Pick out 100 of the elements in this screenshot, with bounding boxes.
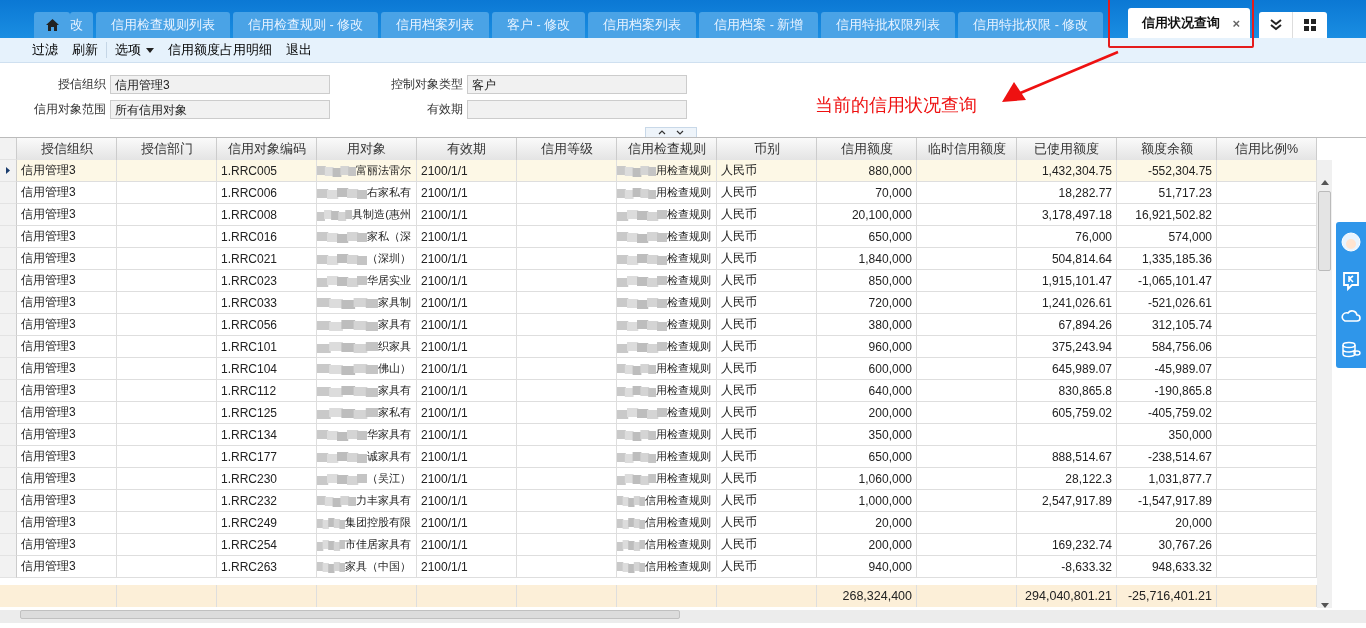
table-cell: 2100/1/1 [421,163,468,178]
input-field[interactable]: 信用管理3 [110,75,330,94]
table-row[interactable]: 信用管理3 1.RRC016 家私（深 2100/1/1 检查规则 人民币 650,000 76,000 574,000 [0,226,1317,248]
table-cell: 人民币 [721,514,757,531]
horizontal-scrollbar[interactable] [0,610,1366,623]
table-cell: -238,514.67 [1147,449,1212,464]
table-cell: 检查规则 [667,207,712,222]
table-row[interactable]: 信用管理3 1.RRC056 家具有 2100/1/1 检查规则 人民币 380,000 67,894.26 312,105.74 [0,314,1317,336]
table-cell: 人民币 [721,338,757,355]
table-cell: 信用管理3 [21,426,76,443]
table-cell: 380,000 [868,317,912,332]
input-field[interactable]: 客户 [467,75,687,94]
table-cell: 888,514.67 [1051,449,1112,464]
table-cell: 2100/1/1 [421,537,468,552]
toolbar-button[interactable]: 退出 [280,39,318,61]
table-cell: 20,100,000 [851,207,912,222]
table-cell: 67,894.26 [1058,317,1112,332]
scroll-down-icon [1320,603,1329,608]
row-header [0,182,17,204]
table-cell: 华居实业 [367,273,412,288]
cloud-icon[interactable] [1341,309,1361,323]
table-cell: 1.RRC263 [221,559,278,574]
table-row[interactable]: 信用管理3 1.RRC033 家具制 2100/1/1 检查规则 人民币 720,000 1,241,026.61 -521,026.61 [0,292,1317,314]
collapse-toggle[interactable] [644,127,697,137]
table-row[interactable]: 信用管理3 1.RRC125 家私有 2100/1/1 检查规则 人民币 200,000 605,759.02 -405,759.02 [0,402,1317,424]
table-cell: 人民币 [721,492,757,509]
table-cell: 右家私有 [367,185,412,200]
table-cell: -45,989.07 [1154,361,1212,376]
table-cell: 2100/1/1 [421,559,468,574]
toolbar-button[interactable]: 过滤 [26,39,64,61]
toolbar-button[interactable]: 选项 [109,39,160,61]
table-row[interactable]: 信用管理3 1.RRC006 右家私有 2100/1/1 用检查规则 人民币 70,000 18,282.77 51,717.23 [0,182,1317,204]
table-cell: 18,282.77 [1058,185,1112,200]
table-cell: 76,000 [1075,229,1112,244]
table-cell: 169,232.74 [1051,537,1112,552]
home-tab[interactable] [34,12,70,38]
input-field[interactable] [467,100,687,119]
table-row[interactable]: 信用管理3 1.RRC008 具制造(惠州 2100/1/1 检查规则 人民币 20,100,000 3,178,497.18 16,921,502.82 [0,204,1317,226]
table-cell: 2100/1/1 [421,471,468,486]
table-cell: 人民币 [721,404,757,421]
table-cell: -1,547,917.89 [1137,493,1212,508]
close-icon[interactable]: × [1232,15,1241,31]
current-row-icon [6,167,10,174]
table-row[interactable]: 信用管理3 1.RRC101 织家具 2100/1/1 检查规则 人民币 960,000 375,243.94 584,756.06 [0,336,1317,358]
annotation-text: 当前的信用状况查询 [815,94,977,117]
table-row[interactable]: 信用管理3 1.RRC104 佛山） 2100/1/1 用检查规则 人民币 600,000 645,989.07 -45,989.07 [0,358,1317,380]
table-cell: -521,026.61 [1147,295,1212,310]
table-cell: 用检查规则 [656,449,712,464]
table-cell: 富丽法雷尔 [356,163,412,178]
table-cell: 1.RRC033 [221,295,278,310]
table-cell: 1.RRC125 [221,405,278,420]
total-cell: 268,324,400 [842,589,912,603]
table-row[interactable]: 信用管理3 1.RRC112 家具有 2100/1/1 用检查规则 人民币 640,000 830,865.8 -190,865.8 [0,380,1317,402]
scroll-thumb[interactable] [20,610,680,619]
input-field[interactable]: 所有信用对象 [110,100,330,119]
table-cell: 市佳居家具有 [345,537,412,552]
table-cell: 1.RRC230 [221,471,278,486]
table-cell: 人民币 [721,426,757,443]
grid-icon [1304,19,1317,31]
field-label: 有效期 [426,101,464,118]
table-row[interactable]: 信用管理3 1.RRC177 诚家具有 2100/1/1 用检查规则 人民币 650,000 888,514.67 -238,514.67 [0,446,1317,468]
table-cell: 华家具有 [367,427,412,442]
toolbar-button[interactable]: 刷新 [66,39,104,61]
table-cell: 645,989.07 [1051,361,1112,376]
table-row[interactable]: 信用管理3 1.RRC230 （吴江） 2100/1/1 用检查规则 人民币 1,060,000 28,122.3 1,031,877.7 [0,468,1317,490]
table-cell: 1.RRC021 [221,251,278,266]
scroll-thumb[interactable] [1318,191,1331,271]
table-row[interactable]: 信用管理3 1.RRC021 （深圳） 2100/1/1 检查规则 人民币 1,840,000 504,814.64 1,335,185.36 [0,248,1317,270]
table-row[interactable]: 信用管理3 1.RRC232 力丰家具有 2100/1/1 信用检查规则 人民币 1,000,000 2,547,917.89 -1,547,917.89 [0,490,1317,512]
table-row[interactable]: 信用管理3 1.RRC134 华家具有 2100/1/1 用检查规则 人民币 350,000 350,000 [0,424,1317,446]
row-header [0,468,17,490]
table-row[interactable]: 信用管理3 1.RRC005 富丽法雷尔 2100/1/1 用检查规则 人民币 880,000 1,432,304.75 -552,304.75 [0,160,1317,182]
table-cell: 1.RRC023 [221,273,278,288]
table-cell: 力丰家具有 [356,493,412,508]
table-row[interactable]: 信用管理3 1.RRC254 市佳居家具有 2100/1/1 信用检查规则 人民币 200,000 169,232.74 30,767.26 [0,534,1317,556]
table-cell: 检查规则 [667,229,712,244]
chat-icon[interactable] [1341,271,1361,291]
table-cell: 1.RRC101 [221,339,278,354]
table-cell: 人民币 [721,360,757,377]
field-label: 授信组织 [57,76,107,93]
table-row[interactable]: 信用管理3 1.RRC023 华居实业 2100/1/1 检查规则 人民币 850,000 1,915,101.47 -1,065,101.47 [0,270,1317,292]
coins-icon[interactable] [1341,341,1361,359]
table-cell: 2100/1/1 [421,229,468,244]
table-cell: 集团控股有限 [345,515,412,530]
row-header [0,314,17,336]
table-row[interactable]: 信用管理3 1.RRC249 集团控股有限 2100/1/1 信用检查规则 人民币 20,000 20,000 [0,512,1317,534]
table-cell: 1.RRC134 [221,427,278,442]
table-cell: 检查规则 [667,273,712,288]
table-cell: 850,000 [868,273,912,288]
vertical-scrollbar[interactable] [1317,160,1332,608]
table-cell: 640,000 [868,383,912,398]
tab[interactable]: 信用状况查询 × [1128,8,1251,38]
table-cell: 信用检查规则 [645,537,712,552]
avatar-icon[interactable] [1341,231,1361,253]
table-cell: 1.RRC016 [221,229,278,244]
toolbar-button[interactable]: 信用额度占用明细 [162,39,278,61]
table-cell: 1.RRC008 [221,207,278,222]
table-cell: 2100/1/1 [421,405,468,420]
table-row[interactable]: 信用管理3 1.RRC263 家具（中国） 2100/1/1 信用检查规则 人民币 940,000 -8,633.32 948,633.32 [0,556,1317,578]
table-cell: 信用管理3 [21,162,76,179]
